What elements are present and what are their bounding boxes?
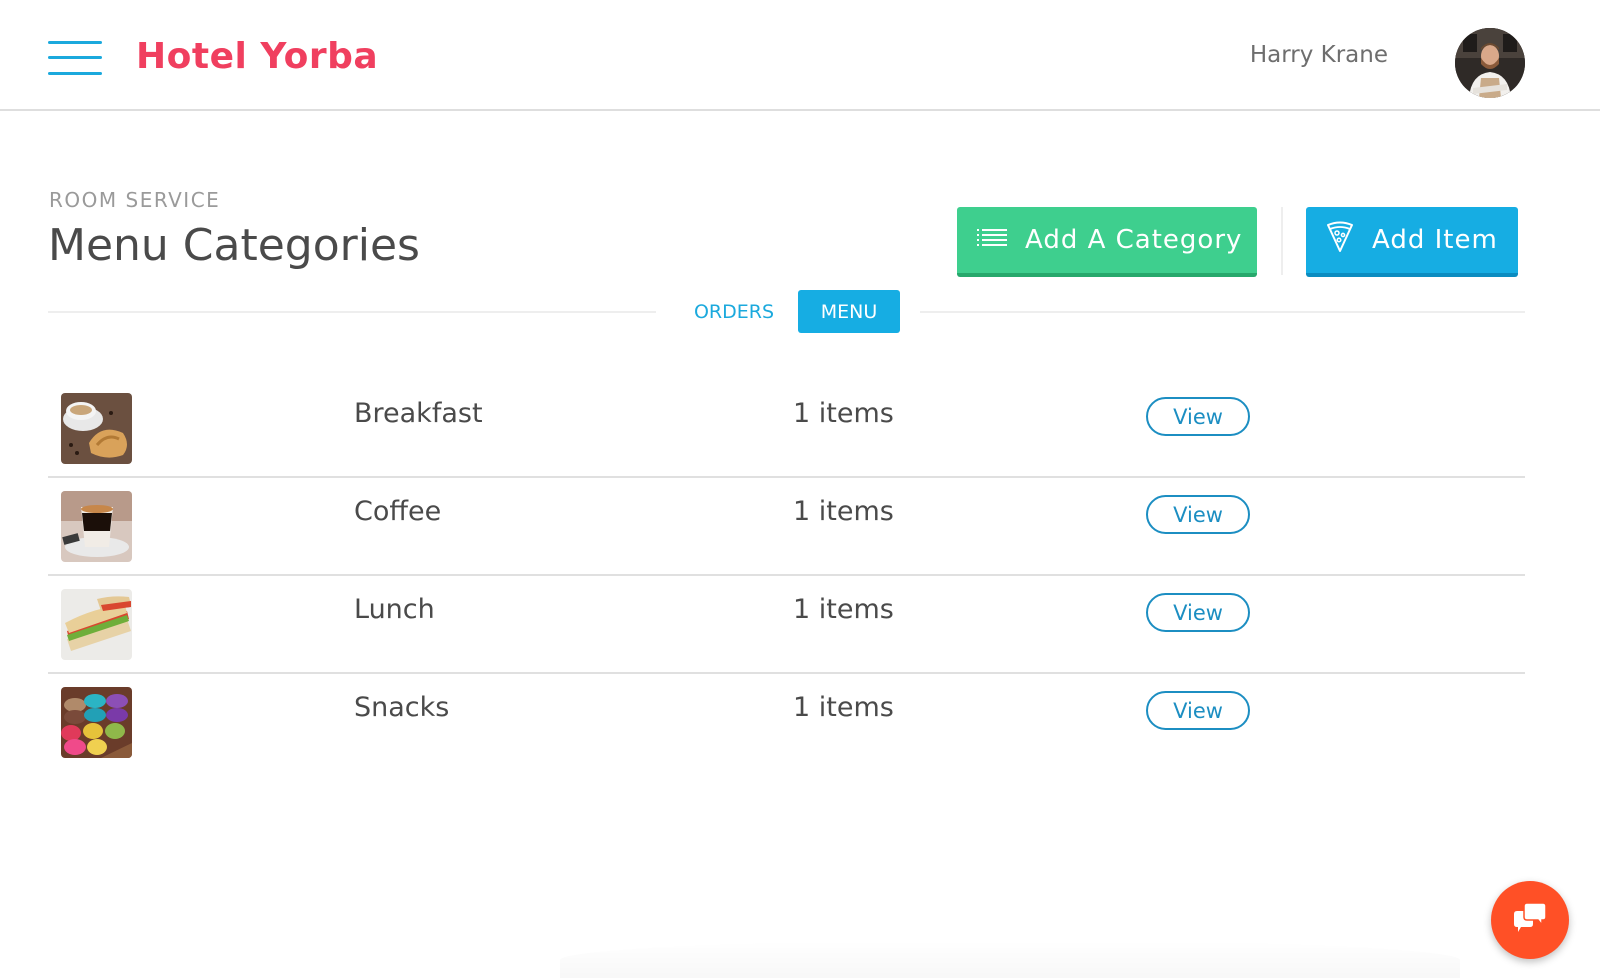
user-avatar[interactable] [1455,28,1525,98]
hamburger-menu-icon[interactable] [48,41,102,77]
coffee-thumbnail [61,491,132,562]
list-icon [977,225,1007,255]
category-item-count: 1 items [793,692,894,723]
tab-menu[interactable]: MENU [798,290,900,333]
add-item-button[interactable]: Add Item [1306,207,1518,277]
tabs-divider-left [48,311,656,313]
tabs-divider-right [920,311,1525,313]
view-button[interactable]: View [1146,397,1250,436]
chat-bubbles-icon [1512,902,1548,938]
add-category-label: Add A Category [1025,225,1243,255]
app-logo[interactable]: Hotel Yorba [136,36,378,77]
category-item-count: 1 items [793,496,894,527]
category-row-coffee: Coffee 1 items View [48,478,1525,576]
pizza-slice-icon [1326,221,1354,260]
category-item-count: 1 items [793,398,894,429]
footer-shadow [560,940,1460,978]
category-row-lunch: Lunch 1 items View [48,576,1525,674]
lunch-thumbnail [61,589,132,660]
page-title: Menu Categories [48,220,420,271]
user-name[interactable]: Harry Krane [1250,42,1388,68]
top-navbar: Hotel Yorba Harry Krane [0,0,1600,111]
breakfast-thumbnail [61,393,132,464]
view-button[interactable]: View [1146,593,1250,632]
add-category-button[interactable]: Add A Category [957,207,1257,277]
category-row-breakfast: Breakfast 1 items View [48,380,1525,478]
view-button[interactable]: View [1146,691,1250,730]
category-name: Snacks [354,692,450,723]
snacks-thumbnail [61,687,132,758]
actions-divider [1281,207,1283,275]
category-item-count: 1 items [793,594,894,625]
category-name: Breakfast [354,398,483,429]
category-list: Breakfast 1 items View Coffee 1 items Vi… [48,380,1525,772]
category-name: Lunch [354,594,435,625]
category-name: Coffee [354,496,442,527]
tab-orders[interactable]: ORDERS [690,290,778,333]
view-button[interactable]: View [1146,495,1250,534]
chat-button[interactable] [1491,881,1569,959]
breadcrumb: ROOM SERVICE [49,188,221,212]
category-row-snacks: Snacks 1 items View [48,674,1525,772]
add-item-label: Add Item [1372,225,1498,255]
